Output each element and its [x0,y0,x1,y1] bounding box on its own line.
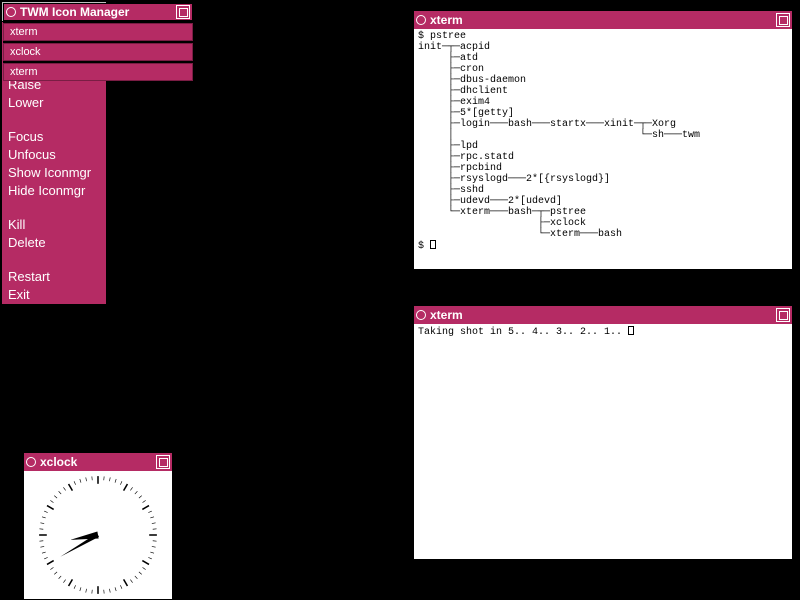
menu-item-delete[interactable]: Delete [2,234,106,252]
resize-icon[interactable] [776,13,790,27]
window-dot-icon [416,310,426,320]
menu-item-exit[interactable]: Exit [2,286,106,304]
xterm2-title: xterm [430,308,776,322]
xterm-window-pstree[interactable]: xterm $ pstree init─┬─acpid ├─atd ├─cron… [413,10,793,270]
menu-item-restart[interactable]: Restart [2,268,106,286]
xterm2-output[interactable]: Taking shot in 5.. 4.. 3.. 2.. 1.. [414,324,792,340]
xclock-title: xclock [40,455,156,469]
xterm1-titlebar[interactable]: xterm [414,11,792,29]
menu-item-focus[interactable]: Focus [2,128,106,146]
menu-item-show-iconmgr[interactable]: Show Iconmgr [2,164,106,182]
xclock-window[interactable]: xclock [23,452,173,600]
xclock-titlebar[interactable]: xclock [24,453,172,471]
resize-icon[interactable] [156,455,170,469]
window-dot-icon [26,457,36,467]
icon-manager-title: TWM Icon Manager [20,5,176,19]
menu-item-lower[interactable]: Lower [2,94,106,112]
xterm-window-countdown[interactable]: xterm Taking shot in 5.. 4.. 3.. 2.. 1.. [413,305,793,560]
icon-manager-titlebar[interactable]: TWM Icon Manager [3,3,193,21]
menu-item-unfocus[interactable]: Unfocus [2,146,106,164]
menu-separator [2,112,106,128]
window-dot-icon [416,15,426,25]
iconmgr-item-xclock[interactable]: xclock [3,43,193,61]
window-dot-icon [6,7,16,17]
iconmgr-item-xterm[interactable]: xterm [3,63,193,81]
menu-separator [2,200,106,216]
resize-icon[interactable] [776,308,790,322]
icon-manager-window[interactable]: TWM Icon Manager xterm xclock xterm [3,3,193,81]
icon-manager-list: xterm xclock xterm [3,23,193,81]
xterm1-title: xterm [430,13,776,27]
resize-icon[interactable] [176,5,190,19]
clock-face [24,471,172,599]
xterm1-output[interactable]: $ pstree init─┬─acpid ├─atd ├─cron ├─dbu… [414,29,792,254]
xterm2-titlebar[interactable]: xterm [414,306,792,324]
iconmgr-item-xterm[interactable]: xterm [3,23,193,41]
menu-item-kill[interactable]: Kill [2,216,106,234]
menu-item-hide-iconmgr[interactable]: Hide Iconmgr [2,182,106,200]
menu-separator [2,252,106,268]
